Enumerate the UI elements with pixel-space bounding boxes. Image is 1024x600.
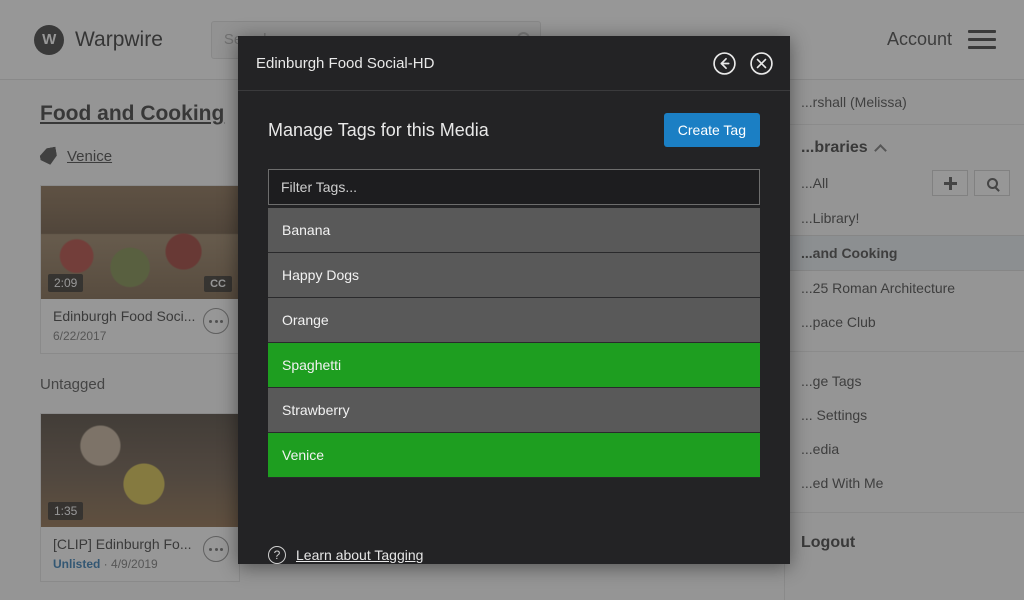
tag-list-item[interactable]: Banana [268,208,760,253]
modal-subheader: Manage Tags for this Media Create Tag [268,113,760,147]
manage-tags-heading: Manage Tags for this Media [268,119,489,140]
filter-tags-input[interactable] [268,169,760,205]
back-circle-icon[interactable] [712,51,737,76]
tag-list-item[interactable]: Strawberry [268,388,760,433]
tag-list-item[interactable]: Spaghetti [268,343,760,388]
create-tag-button[interactable]: Create Tag [663,113,760,147]
modal-footer: ? Learn about Tagging [238,522,790,564]
modal-title: Edinburgh Food Social-HD [256,54,435,72]
tag-list-item[interactable]: Happy Dogs [268,253,760,298]
tag-list: Banana Happy Dogs Orange Spaghetti Straw… [268,208,760,478]
manage-tags-modal: Edinburgh Food Social-HD Manage Tags for… [238,36,790,564]
modal-header: Edinburgh Food Social-HD [238,36,790,91]
question-mark-icon[interactable]: ? [268,546,286,564]
learn-about-tagging-link[interactable]: Learn about Tagging [296,547,423,563]
tag-list-item[interactable]: Venice [268,433,760,478]
close-circle-icon[interactable] [749,51,774,76]
modal-header-actions [712,51,774,76]
modal-body: Manage Tags for this Media Create Tag Ba… [238,91,790,522]
tag-list-item[interactable]: Orange [268,298,760,343]
